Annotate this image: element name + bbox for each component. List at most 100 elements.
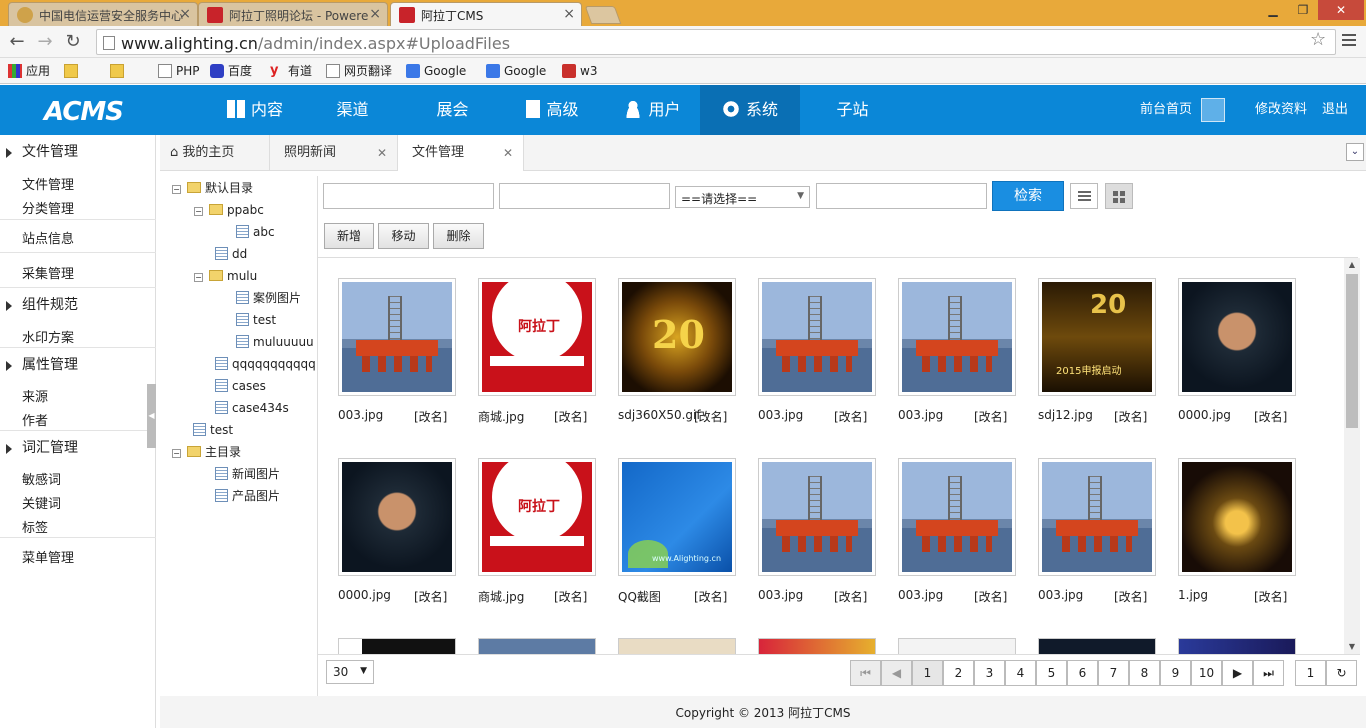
grid-scrollbar[interactable]: ▲ ▼: [1344, 258, 1360, 654]
page-button-3[interactable]: 3: [974, 660, 1005, 686]
collapse-icon[interactable]: −: [172, 185, 181, 194]
tab-file-mgmt[interactable]: 文件管理 ✕: [398, 135, 524, 171]
file-thumbnail-partial[interactable]: [1038, 638, 1156, 654]
move-button[interactable]: 移动: [378, 223, 429, 249]
tree-node[interactable]: − ppabc: [194, 201, 264, 219]
file-card[interactable]: 0000.jpg [改名]: [318, 438, 456, 604]
page-button-6[interactable]: 6: [1067, 660, 1098, 686]
logout-link[interactable]: 退出: [1322, 85, 1348, 135]
sidebar-item-sensitive-words[interactable]: 敏感词: [22, 469, 61, 488]
file-card[interactable]: 003.jpg [改名]: [878, 438, 1016, 604]
nav-advanced[interactable]: 高级: [505, 85, 600, 135]
file-card[interactable]: 003.jpg [改名]: [318, 258, 456, 424]
close-icon[interactable]: ✕: [503, 135, 513, 171]
bookmark-star-icon[interactable]: ☆: [1310, 29, 1326, 50]
edit-profile-link[interactable]: 修改资料: [1255, 85, 1307, 135]
tree-node[interactable]: − 主目录: [172, 443, 241, 461]
search-input-1[interactable]: [323, 183, 494, 209]
nav-channel[interactable]: 渠道: [305, 85, 400, 135]
page-button-1[interactable]: 1: [912, 660, 943, 686]
category-select[interactable]: ==请选择== ▼: [675, 186, 810, 208]
file-card[interactable]: 20 sdj360X50.gif [改名]: [598, 258, 736, 424]
tree-node[interactable]: test: [193, 421, 233, 439]
rename-link[interactable]: [改名]: [1254, 588, 1287, 605]
sidebar-group-vocabulary[interactable]: 词汇管理: [0, 431, 156, 465]
close-icon[interactable]: ×: [563, 6, 575, 22]
window-close-icon[interactable]: ✕: [1318, 0, 1364, 20]
file-thumbnail[interactable]: [338, 278, 456, 396]
list-view-button[interactable]: [1070, 183, 1098, 209]
file-thumbnail[interactable]: [898, 278, 1016, 396]
file-thumbnail[interactable]: 阿拉丁: [478, 278, 596, 396]
file-thumbnail-partial[interactable]: [618, 638, 736, 654]
tree-node[interactable]: − 默认目录: [172, 179, 253, 197]
file-thumbnail-partial[interactable]: [338, 638, 456, 654]
file-card[interactable]: 0000.jpg [改名]: [1158, 258, 1296, 424]
sidebar-item-source[interactable]: 来源: [22, 386, 48, 405]
tree-node[interactable]: cases: [215, 377, 266, 395]
nav-subsite[interactable]: 子站: [805, 85, 900, 135]
maximize-icon[interactable]: ❐: [1288, 0, 1318, 20]
goto-page-input[interactable]: 1: [1295, 660, 1326, 686]
sidebar-item-category-mgmt[interactable]: 分类管理: [22, 198, 74, 217]
page-button-8[interactable]: 8: [1129, 660, 1160, 686]
file-card[interactable]: 003.jpg [改名]: [1018, 438, 1156, 604]
rename-link[interactable]: [改名]: [834, 588, 867, 605]
sidebar-item-watermark[interactable]: 水印方案: [22, 327, 74, 346]
tree-node[interactable]: 案例图片: [236, 289, 301, 307]
file-thumbnail[interactable]: 20 2015申报启动: [1038, 278, 1156, 396]
rename-link[interactable]: [改名]: [1254, 408, 1287, 425]
rename-link[interactable]: [改名]: [974, 408, 1007, 425]
scroll-down-icon[interactable]: ▼: [1344, 640, 1360, 654]
sidebar-item-site-info[interactable]: 站点信息: [22, 228, 74, 247]
sidebar-group-attributes[interactable]: 属性管理: [0, 348, 156, 382]
sidebar-group-file-mgmt[interactable]: 文件管理: [0, 135, 156, 169]
nav-system[interactable]: 系统: [700, 85, 800, 135]
add-button[interactable]: 新增: [324, 223, 374, 249]
page-button-7[interactable]: 7: [1098, 660, 1129, 686]
reload-icon[interactable]: ↻: [62, 32, 84, 54]
sidebar-item-author[interactable]: 作者: [22, 410, 48, 429]
page-button-4[interactable]: 4: [1005, 660, 1036, 686]
tree-node[interactable]: case434s: [215, 399, 289, 417]
last-page-button[interactable]: ⏭: [1253, 660, 1284, 686]
sidebar-item-keywords[interactable]: 关键词: [22, 493, 61, 512]
page-button-9[interactable]: 9: [1160, 660, 1191, 686]
tree-node[interactable]: muluuuuu: [236, 333, 314, 351]
tree-node[interactable]: abc: [236, 223, 275, 241]
file-thumbnail[interactable]: www.Alighting.cn: [618, 458, 736, 576]
rename-link[interactable]: [改名]: [834, 408, 867, 425]
file-card[interactable]: 阿拉丁 商城.jpg [改名]: [458, 258, 596, 424]
file-thumbnail-partial[interactable]: [1178, 638, 1296, 654]
file-thumbnail[interactable]: [758, 458, 876, 576]
browser-tab-forum[interactable]: 阿拉丁照明论坛 - Powere ×: [198, 2, 388, 26]
file-thumbnail[interactable]: [898, 458, 1016, 576]
sidebar-group-component[interactable]: 组件规范: [0, 288, 156, 322]
file-thumbnail[interactable]: [1038, 458, 1156, 576]
browser-menu-icon[interactable]: [1342, 34, 1356, 48]
rename-link[interactable]: [改名]: [1114, 588, 1147, 605]
browser-tab-telecom[interactable]: 中国电信运营安全服务中心 ×: [8, 2, 198, 26]
search-button[interactable]: 检索: [992, 181, 1064, 211]
search-input-2[interactable]: [499, 183, 670, 209]
grid-view-button[interactable]: [1105, 183, 1133, 209]
tree-node[interactable]: − mulu: [194, 267, 257, 285]
page-size-select[interactable]: 30 ▼: [326, 660, 374, 684]
frontend-home-link[interactable]: 前台首页: [1140, 85, 1192, 135]
bookmark-google[interactable]: Google: [406, 62, 466, 80]
nav-users[interactable]: 用户: [605, 85, 700, 135]
file-card[interactable]: www.Alighting.cn QQ截图 [改名]: [598, 438, 736, 604]
file-card[interactable]: 20 2015申报启动 sdj12.jpg [改名]: [1018, 258, 1156, 424]
file-thumbnail[interactable]: [758, 278, 876, 396]
avatar[interactable]: [1201, 98, 1225, 122]
page-button-2[interactable]: 2: [943, 660, 974, 686]
tree-node[interactable]: dd: [215, 245, 247, 263]
collapse-icon[interactable]: −: [172, 449, 181, 458]
sidebar-collapse-handle[interactable]: ◀: [147, 384, 156, 448]
rename-link[interactable]: [改名]: [414, 408, 447, 425]
rename-link[interactable]: [改名]: [554, 408, 587, 425]
tree-node[interactable]: qqqqqqqqqqq: [215, 355, 316, 373]
file-thumbnail[interactable]: [1178, 278, 1296, 396]
bookmark-w3[interactable]: w3: [562, 62, 597, 80]
file-thumbnail[interactable]: 阿拉丁: [478, 458, 596, 576]
